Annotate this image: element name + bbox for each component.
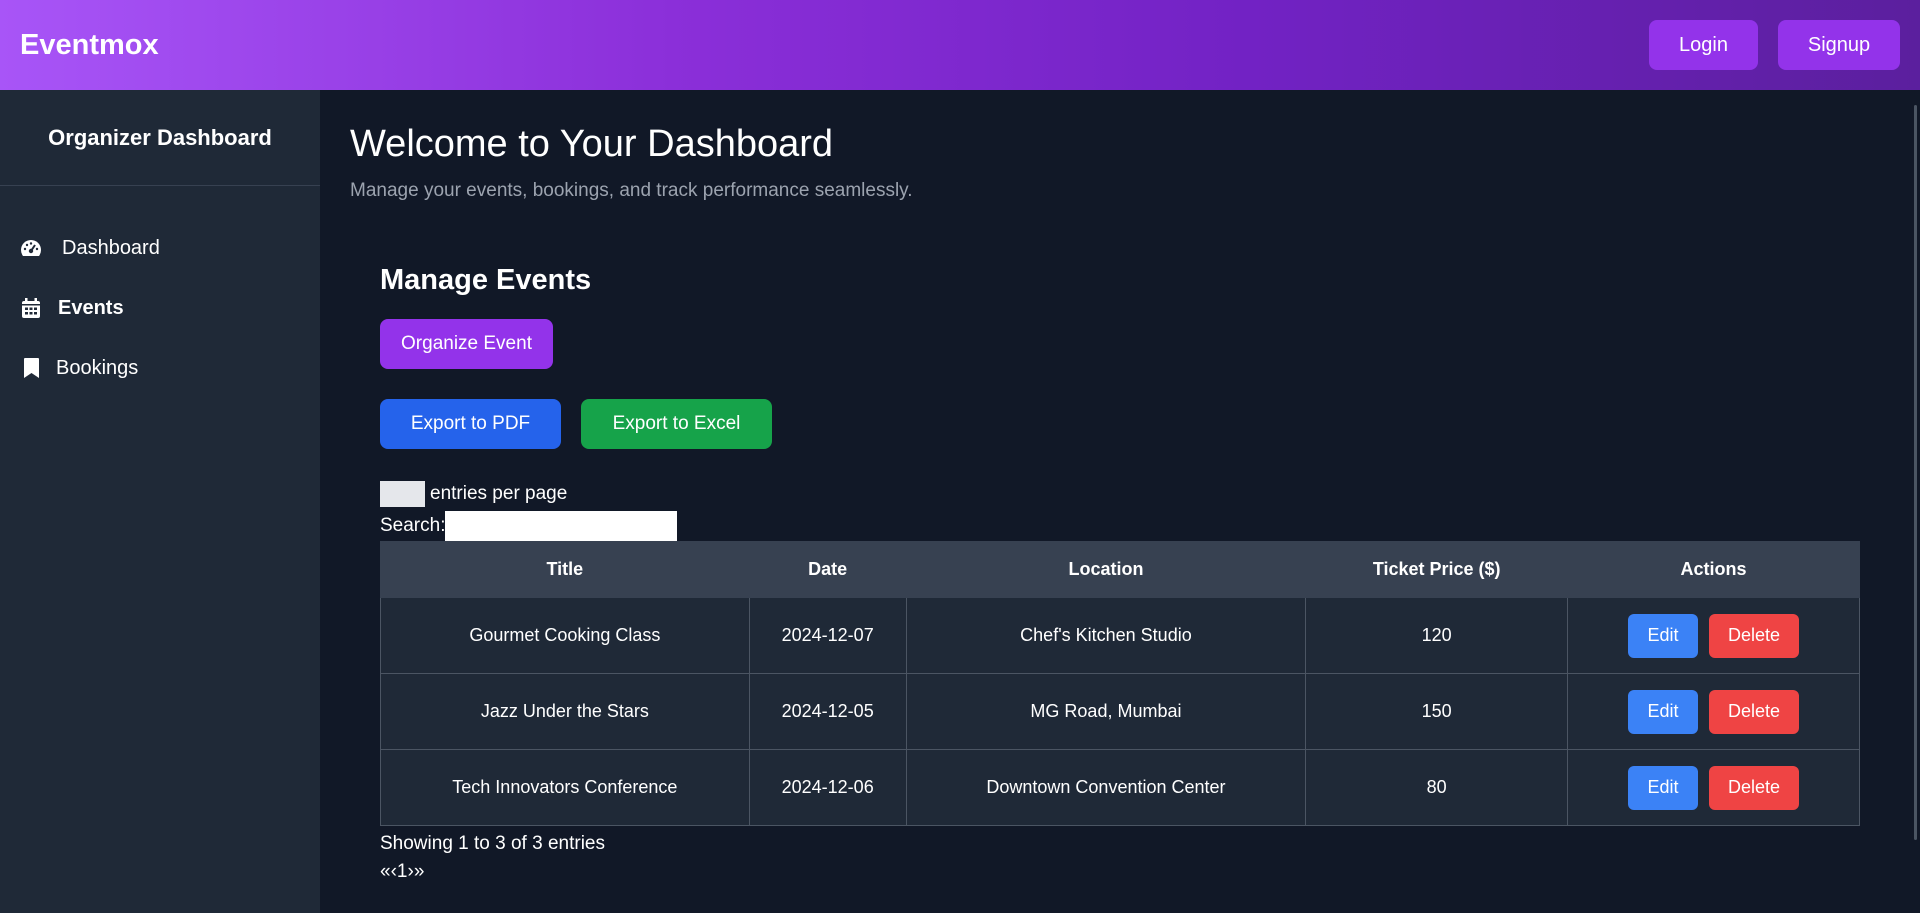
login-button[interactable]: Login (1649, 20, 1758, 70)
column-header-location[interactable]: Location (905, 541, 1307, 598)
column-header-actions: Actions (1567, 541, 1860, 598)
cell-actions: Edit Delete (1567, 597, 1860, 674)
auth-buttons: Login Signup (1649, 20, 1900, 70)
delete-button[interactable]: Delete (1709, 765, 1800, 810)
page-first-button[interactable]: « (380, 861, 391, 883)
events-table: Title Date Location Ticket Price ($) Act… (380, 541, 1860, 826)
brand-logo[interactable]: Eventmox (20, 29, 159, 62)
cell-actions: Edit Delete (1567, 749, 1860, 826)
cell-title: Jazz Under the Stars (380, 673, 750, 750)
signup-button[interactable]: Signup (1778, 20, 1900, 70)
delete-button[interactable]: Delete (1709, 689, 1800, 734)
entries-select[interactable] (380, 481, 425, 507)
cell-actions: Edit Delete (1567, 673, 1860, 750)
column-header-title[interactable]: Title (380, 541, 750, 598)
column-header-price[interactable]: Ticket Price ($) (1305, 541, 1569, 598)
entries-label: entries per page (430, 483, 568, 504)
edit-button[interactable]: Edit (1628, 765, 1699, 810)
page-title: Welcome to Your Dashboard (350, 123, 834, 165)
cell-location: Downtown Convention Center (905, 749, 1307, 826)
scrollbar-thumb[interactable] (1914, 105, 1917, 840)
page-number-button[interactable]: 1 (397, 861, 408, 883)
sidebar-nav: Dashboard Events Bookings (0, 186, 320, 398)
cell-date: 2024-12-06 (748, 749, 907, 826)
table-header-row: Title Date Location Ticket Price ($) Act… (380, 541, 1860, 598)
sidebar-item-events[interactable]: Events (0, 278, 320, 338)
edit-button[interactable]: Edit (1628, 613, 1699, 658)
sidebar-item-label: Dashboard (62, 236, 160, 259)
table-row: Gourmet Cooking Class 2024-12-07 Chef's … (380, 597, 1860, 674)
calendar-icon (20, 297, 42, 319)
sidebar-item-label: Events (58, 296, 124, 319)
page-subtitle: Manage your events, bookings, and track … (350, 180, 913, 201)
delete-button[interactable]: Delete (1709, 613, 1800, 658)
page-last-button[interactable]: » (414, 861, 425, 883)
pagination: « ‹ 1 › » (380, 861, 1920, 883)
cell-title: Tech Innovators Conference (380, 749, 750, 826)
cell-price: 120 (1305, 597, 1569, 674)
top-navbar: Eventmox Login Signup (0, 0, 1920, 90)
export-pdf-button[interactable]: Export to PDF (380, 399, 561, 449)
cell-date: 2024-12-05 (748, 673, 907, 750)
sidebar: Organizer Dashboard Dashboard Events Boo… (0, 90, 320, 913)
entries-per-page: entries per page (380, 481, 1920, 507)
organize-event-button[interactable]: Organize Event (380, 319, 553, 369)
cell-location: MG Road, Mumbai (905, 673, 1307, 750)
table-search: Search: (380, 511, 1920, 541)
sidebar-item-dashboard[interactable]: Dashboard (0, 218, 320, 278)
cell-price: 80 (1305, 749, 1569, 826)
scrollbar[interactable] (1902, 90, 1920, 913)
tachometer-icon (20, 237, 42, 259)
sidebar-title: Organizer Dashboard (0, 90, 320, 186)
main-content: Welcome to Your Dashboard Manage your ev… (320, 90, 1920, 913)
sidebar-item-label: Bookings (56, 356, 139, 379)
column-header-date[interactable]: Date (748, 541, 907, 598)
cell-date: 2024-12-07 (748, 597, 907, 674)
search-label: Search: (380, 515, 446, 536)
cell-price: 150 (1305, 673, 1569, 750)
search-input[interactable] (445, 511, 678, 541)
table-row: Tech Innovators Conference 2024-12-06 Do… (380, 749, 1860, 826)
cell-location: Chef's Kitchen Studio (905, 597, 1307, 674)
cell-title: Gourmet Cooking Class (380, 597, 750, 674)
manage-events-section: Manage Events Organize Event Export to P… (380, 264, 1920, 883)
sidebar-item-bookings[interactable]: Bookings (0, 338, 320, 398)
export-excel-button[interactable]: Export to Excel (581, 399, 772, 449)
bookmark-icon (20, 357, 42, 379)
export-buttons: Export to PDF Export to Excel (380, 399, 1920, 449)
section-title: Manage Events (380, 264, 592, 296)
table-info: Showing 1 to 3 of 3 entries (380, 833, 605, 854)
table-row: Jazz Under the Stars 2024-12-05 MG Road,… (380, 673, 1860, 750)
edit-button[interactable]: Edit (1628, 689, 1699, 734)
